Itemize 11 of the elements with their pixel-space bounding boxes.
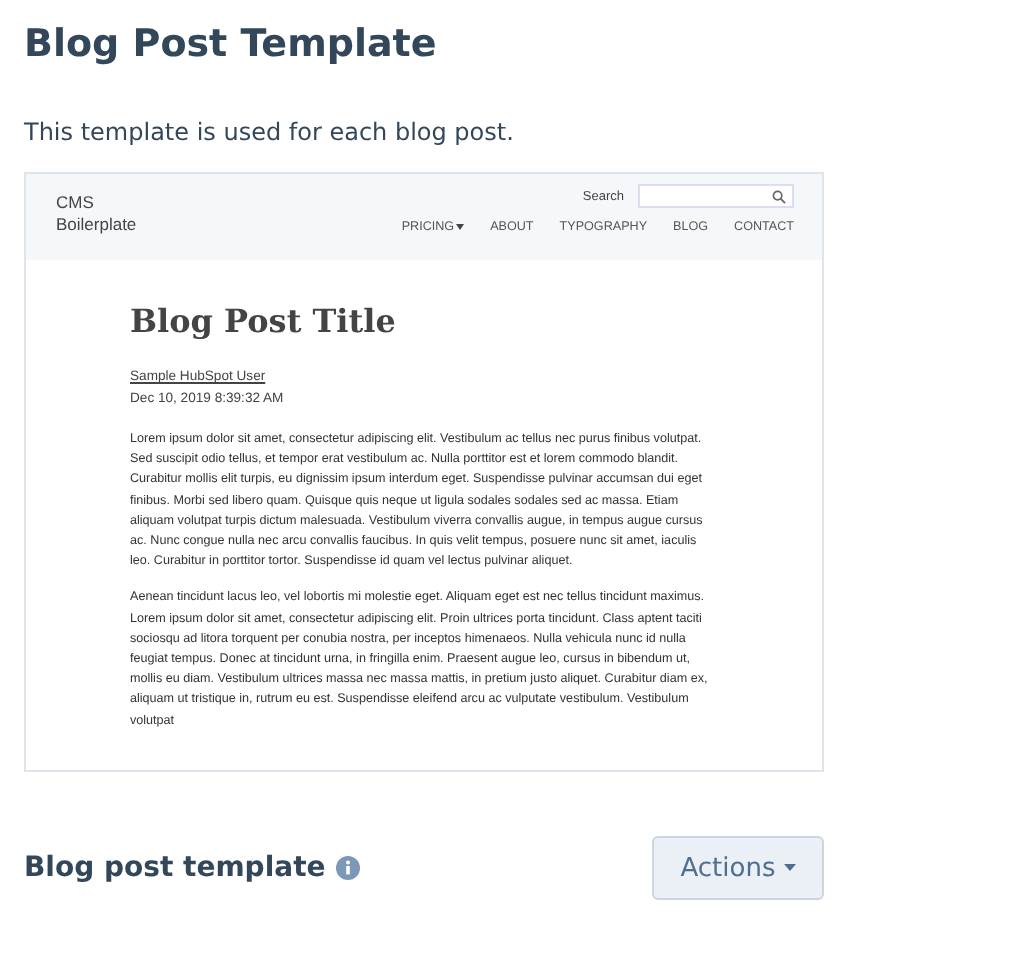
actions-button[interactable]: Actions (652, 836, 824, 900)
page-title: Blog Post Template (24, 20, 439, 70)
search-icon (772, 189, 786, 203)
description: This template is used for each blog post. (24, 116, 516, 150)
search-field[interactable] (638, 184, 794, 208)
post-title: Blog Post Title (130, 302, 398, 340)
caret-icon (456, 224, 465, 230)
template-label: Blog post template (24, 852, 326, 884)
caret-icon (783, 864, 796, 872)
site-logo: CMS Boilerplate (56, 190, 137, 238)
info-icon[interactable] (335, 856, 360, 880)
